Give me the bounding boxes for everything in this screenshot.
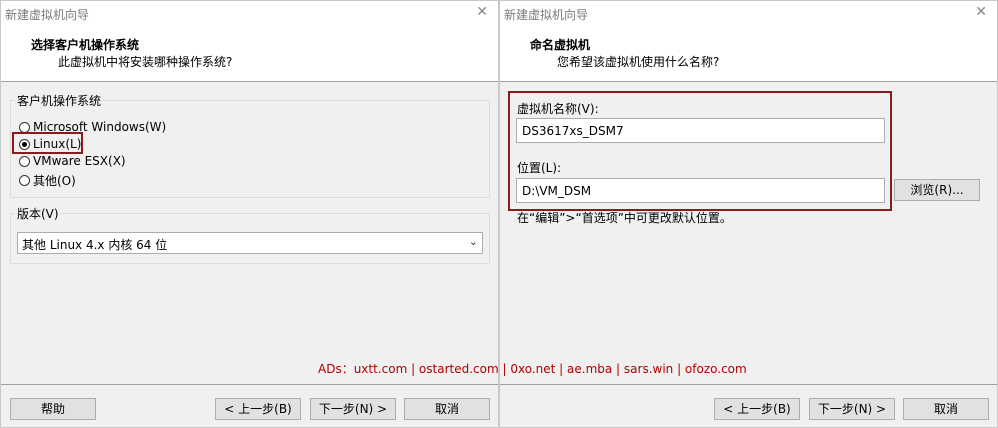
ads-watermark: ADs：uxtt.com | ostarted.com | 0xo.net | …: [318, 362, 747, 376]
location-hint: 在“编辑”>“首选项”中可更改默认位置。: [517, 211, 732, 225]
divider: [500, 384, 997, 385]
os-group-label: 客户机操作系统: [15, 92, 104, 109]
cancel-button[interactable]: 取消: [903, 398, 989, 420]
radio-icon: [19, 121, 30, 133]
name-location-highlight: [508, 91, 892, 211]
linux-highlight: [12, 132, 83, 154]
next-button[interactable]: 下一步(N) >: [310, 398, 396, 420]
window-title: 新建虚拟机向导: [504, 8, 589, 22]
version-value: 其他 Linux 4.x 内核 64 位: [22, 238, 168, 252]
back-button[interactable]: < 上一步(B): [714, 398, 800, 420]
browse-button[interactable]: 浏览(R)...: [894, 179, 980, 201]
version-select[interactable]: 其他 Linux 4.x 内核 64 位 ⌄: [17, 232, 483, 254]
radio-icon: [19, 175, 30, 186]
wizard-header: 选择客户机操作系统 此虚拟机中将安装哪种操作系统?: [1, 25, 498, 82]
page-title: 选择客户机操作系统: [31, 38, 140, 52]
radio-esx[interactable]: VMware ESX(X): [19, 154, 126, 168]
version-group-label: 版本(V): [15, 205, 61, 222]
radio-label: VMware ESX(X): [33, 154, 126, 168]
divider: [1, 384, 498, 385]
page-subtitle: 您希望该虚拟机使用什么名称?: [557, 55, 720, 69]
next-button[interactable]: 下一步(N) >: [809, 398, 895, 420]
wizard-header: 命名虚拟机 您希望该虚拟机使用什么名称?: [500, 25, 997, 82]
close-icon[interactable]: ✕: [476, 4, 488, 20]
close-icon[interactable]: ✕: [975, 4, 987, 20]
page-subtitle: 此虚拟机中将安装哪种操作系统?: [58, 55, 233, 69]
radio-label: 其他(O): [33, 174, 76, 188]
radio-other[interactable]: 其他(O): [19, 172, 76, 189]
page-title: 命名虚拟机: [530, 38, 591, 52]
window-title: 新建虚拟机向导: [5, 8, 90, 22]
radio-icon: [19, 155, 30, 167]
version-group: 版本(V) 其他 Linux 4.x 内核 64 位 ⌄: [10, 205, 490, 264]
help-button[interactable]: 帮助: [10, 398, 96, 420]
back-button[interactable]: < 上一步(B): [215, 398, 301, 420]
title-bar: 新建虚拟机向导 ✕: [1, 1, 498, 25]
title-bar: 新建虚拟机向导 ✕: [500, 1, 997, 25]
chevron-down-icon: ⌄: [468, 235, 478, 248]
cancel-button[interactable]: 取消: [404, 398, 490, 420]
